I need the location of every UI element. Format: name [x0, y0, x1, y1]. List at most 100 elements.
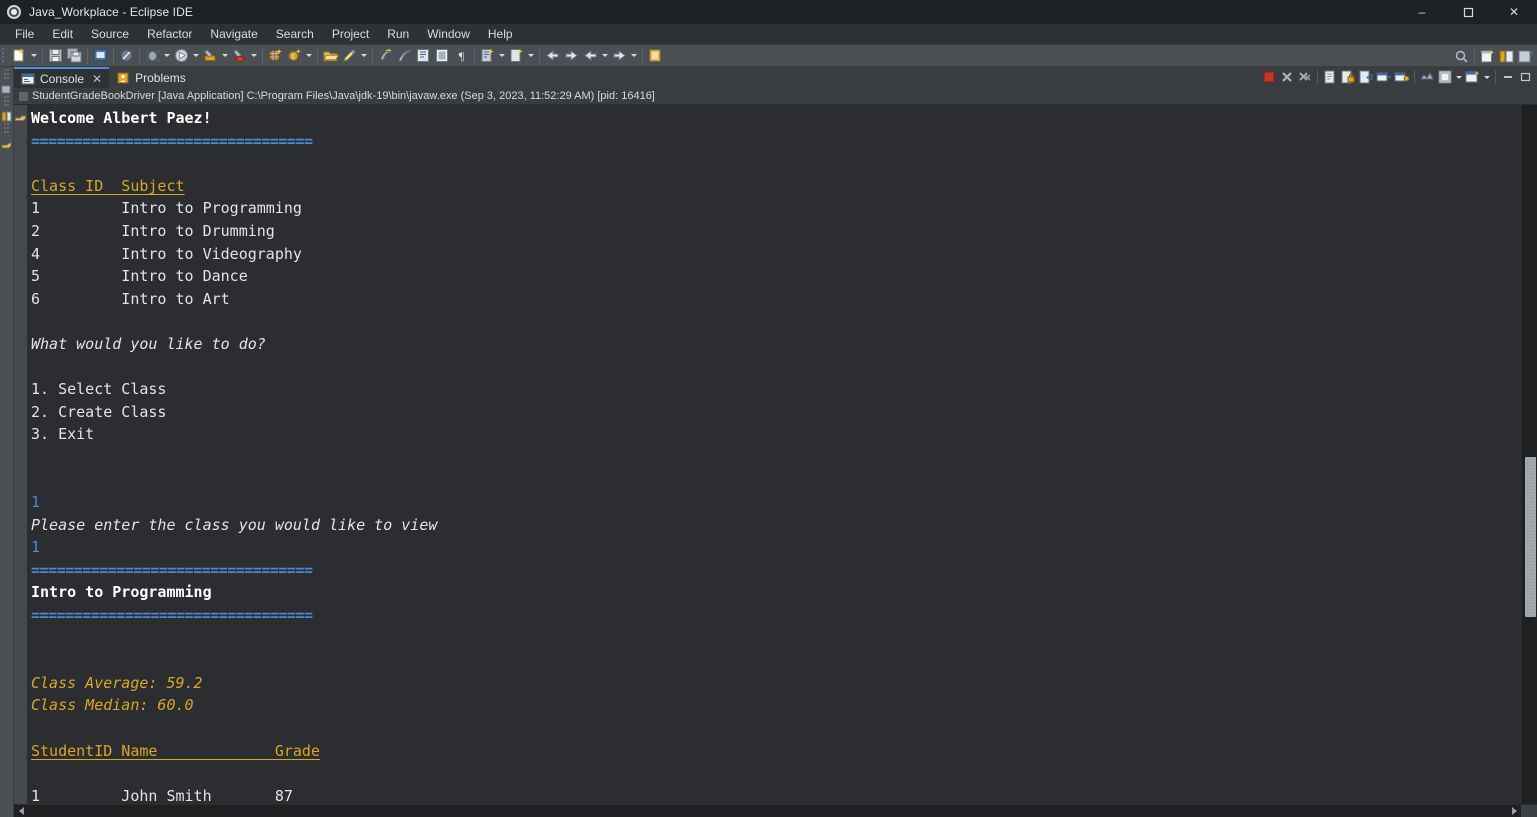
print-icon[interactable]: [92, 47, 109, 64]
terminate-icon[interactable]: [1261, 69, 1277, 85]
open-type-icon[interactable]: [322, 47, 339, 64]
run-dropdown-icon[interactable]: [191, 47, 201, 64]
console-line: 2 Intro to Drumming: [31, 221, 275, 240]
open-console-dropdown-icon[interactable]: [1454, 69, 1464, 86]
coverage-dropdown-icon[interactable]: [249, 47, 259, 64]
problems-icon: [116, 71, 130, 85]
forward-icon[interactable]: [563, 47, 580, 64]
package-explorer-icon[interactable]: [1, 109, 12, 122]
previous-edit-dropdown-icon[interactable]: [600, 47, 610, 64]
debug-perspective-icon[interactable]: [1517, 48, 1534, 65]
menu-file[interactable]: File: [6, 25, 43, 44]
next-annotation-icon[interactable]: [377, 47, 394, 64]
menu-project[interactable]: Project: [323, 25, 378, 44]
maximize-view-icon[interactable]: [1518, 69, 1534, 85]
open-task-icon[interactable]: [479, 47, 496, 64]
previous-edit-icon[interactable]: [582, 47, 599, 64]
scrollbar-thumb[interactable]: [1525, 457, 1536, 617]
toolbar-separator: [113, 47, 114, 64]
console-scroll-area[interactable]: Welcome Albert Paez! ====================…: [27, 105, 1521, 804]
debug-dropdown-icon[interactable]: [162, 47, 172, 64]
console-horizontal-scrollbar[interactable]: [14, 804, 1537, 817]
new-wizard-dropdown-icon[interactable]: [29, 47, 39, 64]
run-icon[interactable]: [173, 47, 190, 64]
pin-editor-icon[interactable]: [647, 47, 664, 64]
menu-source[interactable]: Source: [82, 25, 138, 44]
restore-button[interactable]: [1445, 0, 1491, 24]
scroll-right-icon[interactable]: [1507, 805, 1521, 817]
display-selected-console-icon[interactable]: [1419, 69, 1435, 85]
minimize-view-icon[interactable]: [1500, 69, 1516, 85]
title-bar: Java_Workplace - Eclipse IDE – ✕: [0, 0, 1537, 24]
open-perspective-icon[interactable]: [1479, 48, 1496, 65]
console-line: StudentID Name Grade: [31, 741, 320, 760]
new-wizard-icon[interactable]: [11, 47, 28, 64]
mark-occurrences-dropdown-icon[interactable]: [359, 47, 369, 64]
save-all-icon[interactable]: [66, 47, 83, 64]
toggle-mark-occurrences-icon[interactable]: [341, 47, 358, 64]
clear-console-icon[interactable]: [1322, 69, 1338, 85]
fast-view-grip[interactable]: [3, 96, 10, 106]
close-icon[interactable]: ✕: [92, 72, 102, 86]
new-class-dropdown-icon[interactable]: [304, 47, 314, 64]
toolbar-grip[interactable]: [2, 47, 8, 64]
new-java-class-icon[interactable]: C: [286, 47, 303, 64]
remove-launch-icon[interactable]: [1279, 69, 1295, 85]
close-button[interactable]: ✕: [1491, 0, 1537, 24]
word-wrap-icon[interactable]: [1358, 69, 1374, 85]
scroll-lock-icon[interactable]: [1340, 69, 1356, 85]
quick-access-search-icon[interactable]: [1453, 48, 1470, 65]
java-perspective-icon[interactable]: [1498, 48, 1515, 65]
new-window-icon[interactable]: [508, 47, 525, 64]
show-console-on-output-icon[interactable]: [1376, 69, 1392, 85]
remove-all-launches-icon[interactable]: [1297, 69, 1313, 85]
tab-problems[interactable]: Problems: [109, 67, 193, 88]
menu-search[interactable]: Search: [267, 25, 323, 44]
run-external-tools-icon[interactable]: [202, 47, 219, 64]
coverage-icon[interactable]: [231, 47, 248, 64]
show-whitespace-icon[interactable]: [415, 47, 432, 64]
restore-view-icon[interactable]: [1, 82, 12, 94]
fast-view-grip[interactable]: [3, 69, 10, 79]
fast-view-grip[interactable]: [3, 123, 10, 133]
save-icon[interactable]: [47, 47, 64, 64]
new-window-dropdown-icon[interactable]: [526, 47, 536, 64]
build-all-icon[interactable]: [118, 47, 135, 64]
view-menu-icon[interactable]: [1465, 69, 1481, 85]
console-line: Class ID Subject: [31, 176, 185, 195]
next-edit-dropdown-icon[interactable]: [629, 47, 639, 64]
console-process-icon[interactable]: [1, 136, 12, 149]
scroll-left-icon[interactable]: [14, 805, 28, 817]
pin-console-icon[interactable]: [1394, 69, 1410, 85]
console-process-label: StudentGradeBookDriver [Java Application…: [32, 90, 655, 102]
previous-annotation-icon[interactable]: [396, 47, 413, 64]
next-edit-icon[interactable]: [611, 47, 628, 64]
console-vertical-scrollbar[interactable]: [1521, 105, 1537, 804]
console-line: Welcome Albert Paez!: [31, 109, 212, 127]
tab-console[interactable]: Console ✕: [14, 67, 110, 88]
menu-help[interactable]: Help: [479, 25, 522, 44]
svg-text:¶: ¶: [459, 49, 465, 63]
console-line: 1. Select Class: [31, 380, 167, 399]
toolbar-separator: [474, 47, 475, 64]
minimize-button[interactable]: –: [1399, 0, 1445, 24]
new-java-project-icon[interactable]: [267, 47, 284, 64]
debug-icon[interactable]: [144, 47, 161, 64]
view-menu-dropdown-icon[interactable]: [1482, 69, 1492, 86]
workbench: Console ✕ Problems StudentGradeBookDrive…: [0, 67, 1537, 817]
paragraph-mark-icon[interactable]: ¶: [453, 47, 470, 64]
console-line: 6 Intro to Art: [31, 289, 230, 308]
back-icon[interactable]: [544, 47, 561, 64]
link-with-editor-icon[interactable]: [434, 47, 451, 64]
menu-refactor[interactable]: Refactor: [138, 25, 201, 44]
external-tools-dropdown-icon[interactable]: [220, 47, 230, 64]
menu-edit[interactable]: Edit: [43, 25, 82, 44]
menu-window[interactable]: Window: [418, 25, 479, 44]
menu-run[interactable]: Run: [378, 25, 418, 44]
menu-navigate[interactable]: Navigate: [201, 25, 266, 44]
task-dropdown-icon[interactable]: [497, 47, 507, 64]
svg-text:C: C: [292, 54, 296, 61]
open-console-icon[interactable]: [1437, 69, 1453, 85]
